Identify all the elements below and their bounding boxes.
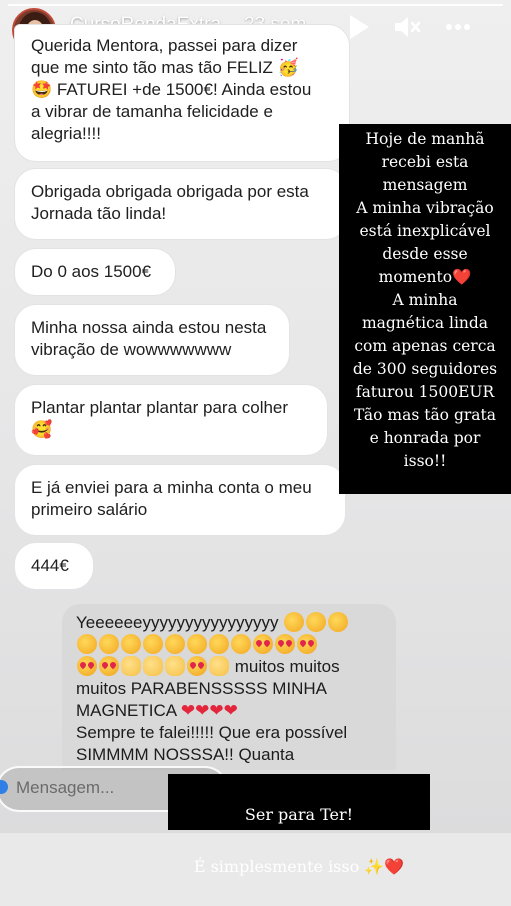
message-bubble: Minha nossa ainda estou nesta vibração d… [14, 304, 290, 376]
mute-icon[interactable] [392, 12, 422, 42]
message-input-placeholder: Mensagem... [16, 778, 115, 797]
heart-eyes-icon [253, 634, 273, 654]
caption-line: É simplesmente isso ✨❤️ [193, 857, 405, 876]
reply-line: MAGNETICA [76, 701, 177, 720]
partying-face-icon [121, 634, 141, 654]
message-bubble: Obrigada obrigada obrigada por esta Jorn… [14, 168, 348, 240]
reply-line: SIMMMM NOSSSA!! Quanta [76, 745, 295, 764]
heart-eyes-icon [297, 634, 317, 654]
heart-eyes-icon [99, 656, 119, 676]
clapping-hands-icon [209, 656, 229, 676]
message-bubble: E já enviei para a minha conta o meu pri… [14, 464, 346, 536]
clapping-hands-icon [121, 656, 141, 676]
partying-face-icon [284, 612, 305, 632]
partying-face-icon [328, 612, 349, 632]
message-bubble: Querida Mentora, passei para dizer que m… [14, 24, 350, 162]
caption-line: Ser para Ter! [244, 805, 354, 824]
reply-bubble: Yeeeeeeyyyyyyyyyyyyyyyy muitos muitos mu… [62, 604, 396, 770]
more-icon[interactable] [444, 12, 474, 42]
reply-line: muitos PARABENSSSSS MINHA [76, 679, 327, 698]
emoji-row [76, 634, 382, 656]
heart-eyes-icon [187, 656, 207, 676]
partying-face-icon [209, 634, 229, 654]
partying-face-icon [77, 634, 97, 654]
partying-face-icon [231, 634, 251, 654]
story-text-overlay: Hoje de manhã recebi esta mensagem A min… [339, 124, 511, 494]
partying-face-icon [306, 612, 327, 632]
reply-line: Sempre te falei!!!!! Que era possível [76, 723, 348, 742]
heart-eyes-icon [275, 634, 295, 654]
clapping-hands-icon [143, 656, 163, 676]
story-caption-overlay: Ser para Ter! É simplesmente isso ✨❤️ [168, 774, 430, 876]
play-icon[interactable] [346, 12, 376, 42]
reply-line: Yeeeeeeyyyyyyyyyyyyyyyy [76, 613, 279, 632]
partying-face-icon [143, 634, 163, 654]
clapping-hands-icon [165, 656, 185, 676]
partying-face-icon [99, 634, 119, 654]
partying-face-icon [187, 634, 207, 654]
heart-eyes-icon [77, 656, 97, 676]
partying-face-icon [165, 634, 185, 654]
message-bubble: Do 0 aos 1500€ [14, 248, 176, 296]
reply-line: muitos muitos [234, 657, 340, 676]
message-bubble: 444€ [14, 542, 94, 590]
story-progress-bar [8, 4, 503, 6]
heart-icon: ❤❤❤❤ [180, 701, 238, 720]
message-bubble: Plantar plantar plantar para colher 🥰 [14, 384, 328, 456]
